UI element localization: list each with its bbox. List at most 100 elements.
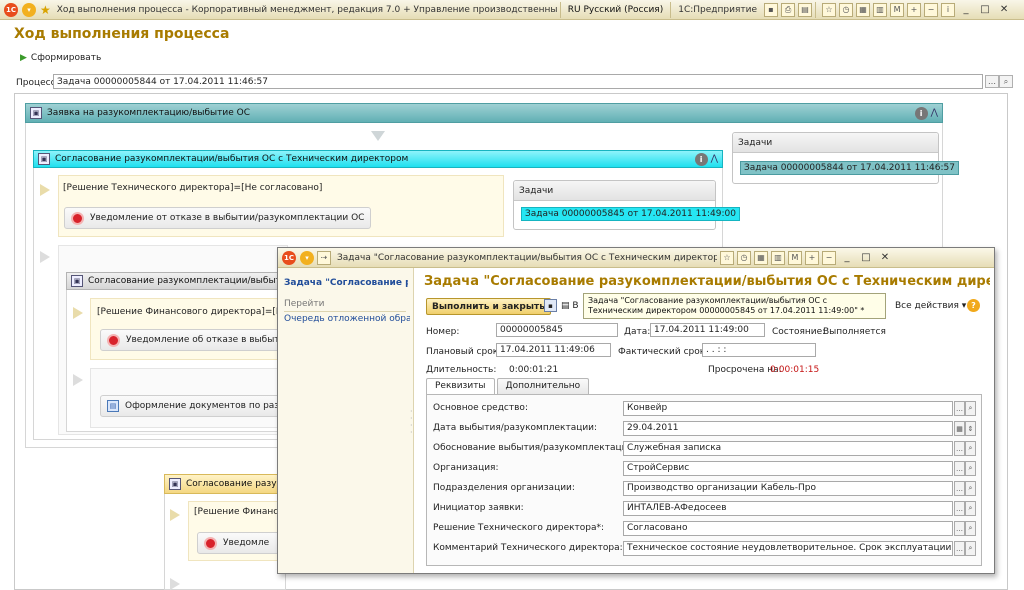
select-button[interactable]: … <box>954 541 965 556</box>
history-icon[interactable]: ◷ <box>839 2 854 17</box>
disposal-date-field[interactable]: 29.04.2011 <box>623 421 953 436</box>
tab-additional[interactable]: Дополнительно <box>496 378 590 394</box>
nav-title[interactable]: Задача "Согласование разукомплектации/вы… <box>284 278 408 288</box>
execute-and-close-button[interactable]: Выполнить и закрыть <box>426 298 551 315</box>
preview-icon[interactable]: ▤ <box>798 2 813 17</box>
select-button[interactable]: … <box>954 481 965 496</box>
tooltip: Задача "Согласование разукомплектации/вы… <box>583 293 886 319</box>
open-search-icon[interactable]: ⌕ <box>965 521 976 536</box>
save-icon[interactable]: ▪ <box>544 299 557 312</box>
form-button[interactable]: ▶ Сформировать <box>20 53 101 63</box>
number-field[interactable]: 00000005845 <box>496 323 618 337</box>
process-block-icon: ▣ <box>71 275 83 287</box>
window-title: Ход выполнения процесса - Корпоративный … <box>56 4 557 15</box>
memory-mminus-icon[interactable]: − <box>822 250 836 265</box>
date-field[interactable]: 17.04.2011 11:49:00 <box>650 323 765 337</box>
tab-requisites[interactable]: Реквизиты <box>426 378 495 395</box>
add-favorite-icon[interactable]: ☆ <box>720 250 734 265</box>
process-block-icon: ▣ <box>169 478 181 490</box>
stop-icon <box>71 211 84 225</box>
tech-decision-field[interactable]: Согласовано <box>623 521 953 536</box>
memory-mplus-icon[interactable]: + <box>805 250 819 265</box>
maximize-button[interactable]: □ <box>977 3 993 17</box>
fin-docs-step[interactable]: ▤ Оформление документов по разуком <box>100 395 286 417</box>
splitter-handle[interactable]: · · · · <box>410 408 413 437</box>
tech-block-header[interactable]: ▣ Согласование разукомплектации/выбытия … <box>33 150 723 168</box>
open-search-icon[interactable]: ⌕ <box>965 481 976 496</box>
collapse-icon[interactable]: ⋀ <box>711 154 718 164</box>
fixed-asset-field[interactable]: Конвейр <box>623 401 953 416</box>
language-indicator[interactable]: RU Русский (Россия) <box>564 5 667 15</box>
save-icon[interactable]: ▪ <box>764 2 779 17</box>
initiator-field[interactable]: ИНТАЛЕВ-АФедосеев <box>623 501 953 516</box>
open-search-icon[interactable]: ⌕ <box>965 461 976 476</box>
menu-dropdown-icon[interactable]: ▾ <box>22 2 36 17</box>
tech-notify-step[interactable]: Уведомление от отказе в выбытии/разукомп… <box>64 207 372 229</box>
memory-m-icon[interactable]: M <box>890 2 905 17</box>
process-select-button[interactable]: … <box>985 75 999 88</box>
favorite-star-icon[interactable]: ★ <box>40 3 51 17</box>
info-icon[interactable]: i <box>914 106 928 120</box>
info-icon[interactable]: i <box>694 152 708 166</box>
calc-icon[interactable]: ▦ <box>856 2 871 17</box>
open-search-icon[interactable]: ⌕ <box>965 401 976 416</box>
spin-icon[interactable]: ⇕ <box>965 421 976 436</box>
dialog-nav-panel: Задача "Согласование разукомплектации/вы… <box>278 268 414 573</box>
open-search-icon[interactable]: ⌕ <box>965 501 976 516</box>
open-search-icon[interactable]: ⌕ <box>965 541 976 556</box>
help-icon[interactable]: ? <box>967 299 980 312</box>
root-task-item[interactable]: Задача 00000005844 от 17.04.2011 11:46:5… <box>740 161 959 175</box>
third-notify-step[interactable]: Уведомле <box>197 532 286 554</box>
select-button[interactable]: … <box>954 441 965 456</box>
fin-block-title: Согласование разукомплектации/выбытия ОС <box>88 276 285 286</box>
dialog-minimize-button[interactable]: _ <box>839 251 855 265</box>
dialog-close-button[interactable]: ✕ <box>877 251 893 265</box>
execute-button-cut[interactable]: ▤ В <box>561 301 579 311</box>
fin-notify-step[interactable]: Уведомление об отказе в выбытии/раз <box>100 329 286 351</box>
calc-icon[interactable]: ▦ <box>754 250 768 265</box>
menu-dropdown-icon[interactable]: ▾ <box>300 250 314 265</box>
root-block-header[interactable]: ▣ Заявка на разукомплектацию/выбытие ОС … <box>25 103 943 123</box>
collapse-icon[interactable]: ⋀ <box>931 108 938 118</box>
link-icon[interactable]: ⇢ <box>317 250 331 265</box>
process-open-icon[interactable]: ⌕ <box>999 75 1013 88</box>
document-icon: ▤ <box>107 400 119 412</box>
1c-logo-icon[interactable]: 1С <box>282 250 296 265</box>
row-label: Инициатор заявки: <box>433 503 524 513</box>
third-block-header[interactable]: ▣ Согласование разуко <box>164 474 286 494</box>
tech-notify-label: Уведомление от отказе в выбытии/разукомп… <box>90 213 365 223</box>
fin-block-header[interactable]: ▣ Согласование разукомплектации/выбытия … <box>66 272 286 290</box>
fact-deadline-field[interactable]: . . : : <box>702 343 816 357</box>
process-input[interactable]: Задача 00000005844 от 17.04.2011 11:46:5… <box>53 74 983 89</box>
branch-arrow <box>40 251 50 263</box>
memory-mminus-icon[interactable]: − <box>924 2 939 17</box>
open-search-icon[interactable]: ⌕ <box>965 441 976 456</box>
organization-field[interactable]: СтройСервис <box>623 461 953 476</box>
info-icon[interactable]: i <box>941 2 956 17</box>
memory-m-icon[interactable]: M <box>788 250 802 265</box>
select-button[interactable]: … <box>954 401 965 416</box>
all-actions-menu[interactable]: Все действия ▾ <box>895 301 966 311</box>
reason-field[interactable]: Служебная записка <box>623 441 953 456</box>
flow-arrow-down <box>371 131 385 141</box>
department-field[interactable]: Производство организации Кабель-Про <box>623 481 953 496</box>
nav-link-deferred-queue[interactable]: Очередь отложенной обработки <box>284 314 410 324</box>
tech-task-item[interactable]: Задача 00000005845 от 17.04.2011 11:49:0… <box>521 207 740 221</box>
tech-comment-field[interactable]: Техническое состояние неудовлетворительн… <box>623 541 953 556</box>
select-button[interactable]: … <box>954 521 965 536</box>
row-label: Решение Технического директора*: <box>433 523 605 533</box>
1c-logo-icon[interactable]: 1С <box>4 2 18 17</box>
select-button[interactable]: … <box>954 461 965 476</box>
minimize-button[interactable]: _ <box>958 3 974 17</box>
add-favorite-icon[interactable]: ☆ <box>822 2 837 17</box>
plan-deadline-field[interactable]: 17.04.2011 11:49:06 <box>496 343 611 357</box>
calendar-icon[interactable]: ▥ <box>771 250 785 265</box>
calendar-icon[interactable]: ▥ <box>873 2 888 17</box>
select-button[interactable]: … <box>954 501 965 516</box>
dialog-maximize-button[interactable]: □ <box>858 251 874 265</box>
print-icon[interactable]: ⎙ <box>781 2 796 17</box>
calendar-icon[interactable]: ▦ <box>954 421 965 436</box>
memory-mplus-icon[interactable]: + <box>907 2 922 17</box>
close-button[interactable]: ✕ <box>996 3 1012 17</box>
history-icon[interactable]: ◷ <box>737 250 751 265</box>
